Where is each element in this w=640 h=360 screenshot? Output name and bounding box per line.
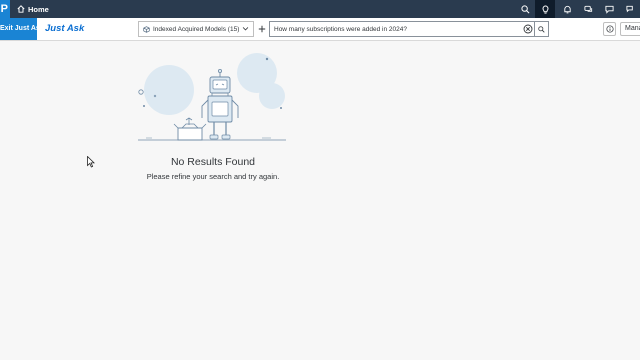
bell-icon [563, 5, 571, 13]
comments-icon [625, 5, 633, 12]
toolbar: Exit Just Ask Just Ask Indexed Acquired … [0, 18, 640, 41]
model-select[interactable]: Indexed Acquired Models (15) [138, 21, 254, 37]
manage-button[interactable]: Manage [620, 22, 640, 36]
shell-bar: P Home [0, 0, 640, 18]
exit-just-ask-button[interactable]: Exit Just Ask [0, 18, 37, 40]
comments-button[interactable] [620, 0, 640, 18]
empty-state-title: No Results Found [170, 156, 256, 168]
feedback-icon [604, 5, 614, 14]
home-button[interactable]: Home [17, 0, 49, 18]
mouse-cursor-icon [87, 156, 95, 168]
chevron-down-icon [242, 27, 249, 31]
chat-icon [583, 5, 592, 12]
plus-icon [258, 25, 266, 33]
search-field [269, 21, 549, 37]
shell-search-button[interactable] [515, 0, 535, 18]
home-label: Home [28, 4, 49, 14]
model-select-value: Indexed Acquired Models (15) [153, 25, 240, 33]
home-icon [17, 5, 25, 13]
lightbulb-icon [542, 4, 548, 14]
chat-button[interactable] [578, 0, 598, 18]
robot-illustration [138, 53, 286, 141]
cube-icon [139, 25, 153, 33]
empty-state-subtitle: Please refine your search and try again. [146, 172, 280, 181]
clear-icon[interactable] [523, 24, 533, 34]
app-title: Just Ask [45, 23, 85, 34]
search-icon [520, 4, 529, 13]
search-submit-button[interactable] [534, 22, 548, 36]
search-icon [538, 25, 545, 33]
sap-logo[interactable]: P [0, 0, 10, 18]
search-input[interactable] [270, 22, 520, 36]
info-button[interactable] [603, 22, 616, 36]
just-ask-button[interactable] [535, 0, 555, 18]
feedback-button[interactable] [599, 0, 619, 18]
add-model-button[interactable] [255, 21, 269, 37]
notifications-button[interactable] [557, 0, 577, 18]
info-icon [605, 25, 614, 33]
